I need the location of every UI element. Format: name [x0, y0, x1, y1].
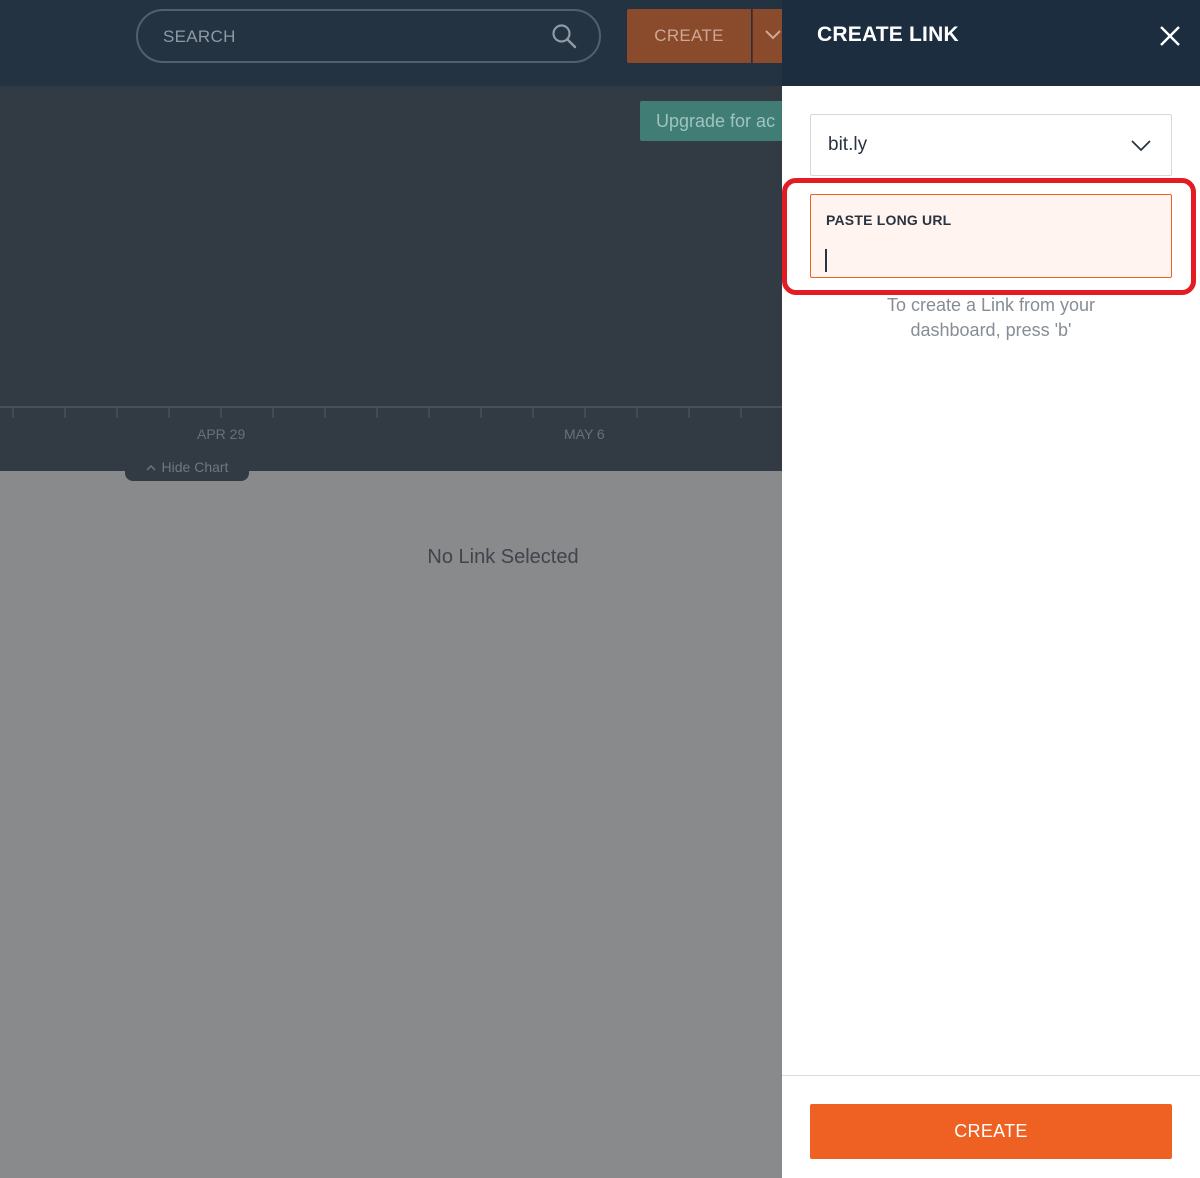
- chevron-up-icon: [146, 465, 156, 471]
- create-link-panel: CREATE LINK bit.ly PASTE LONG URL To cre…: [782, 0, 1200, 1178]
- keyboard-hint: To create a Link from your dashboard, pr…: [810, 293, 1172, 343]
- keyboard-hint-line: dashboard, press 'b': [910, 320, 1072, 340]
- panel-header: CREATE LINK: [782, 0, 1200, 86]
- create-link-button[interactable]: CREATE: [810, 1104, 1172, 1159]
- search-bar[interactable]: SEARCH: [136, 9, 601, 63]
- footer-divider: [782, 1075, 1200, 1076]
- domain-select-value: bit.ly: [828, 134, 868, 155]
- text-cursor: [825, 249, 827, 272]
- chevron-down-icon: [1131, 140, 1151, 152]
- x-axis-label: APR 29: [197, 426, 246, 442]
- chevron-down-icon: [765, 30, 781, 40]
- long-url-label: PASTE LONG URL: [826, 212, 952, 228]
- search-icon[interactable]: [551, 23, 577, 49]
- x-axis-label: MAY 6: [564, 426, 605, 442]
- hide-chart-label: Hide Chart: [161, 459, 229, 475]
- panel-title: CREATE LINK: [817, 23, 959, 46]
- keyboard-hint-line: To create a Link from your: [886, 295, 1096, 315]
- hide-chart-toggle[interactable]: Hide Chart: [125, 454, 249, 481]
- search-placeholder: SEARCH: [163, 27, 236, 46]
- create-button[interactable]: CREATE: [627, 9, 751, 63]
- domain-select[interactable]: bit.ly: [810, 114, 1172, 176]
- long-url-field[interactable]: PASTE LONG URL: [810, 194, 1172, 278]
- close-icon[interactable]: [1158, 24, 1182, 48]
- long-url-input[interactable]: [823, 243, 1159, 273]
